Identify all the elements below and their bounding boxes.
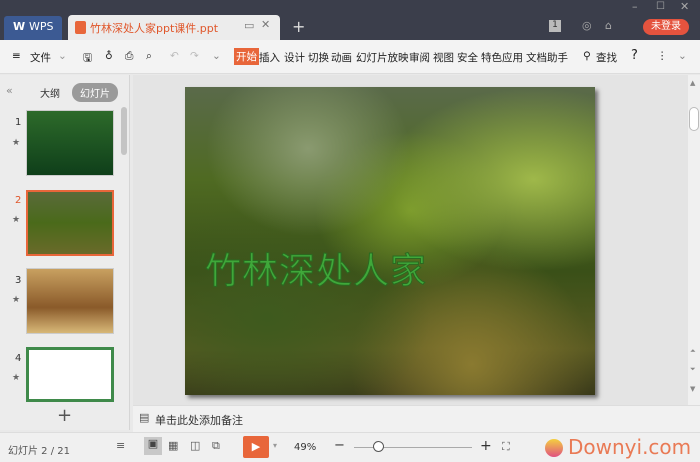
file-menu[interactable]: 文件	[30, 50, 51, 65]
scroll-up-icon[interactable]: ▲	[690, 79, 695, 87]
close-window-icon[interactable]: ✕	[680, 0, 689, 13]
tab-security[interactable]: 安全	[457, 50, 478, 65]
search-icon[interactable]: ⚲	[583, 50, 591, 62]
slide-counter: 幻灯片 2 / 21	[8, 446, 70, 457]
skin-icon[interactable]: ◎	[582, 19, 592, 32]
slide-thumbnail-1[interactable]	[26, 110, 114, 176]
presenter-view-icon[interactable]: ⧉	[212, 439, 220, 453]
more-options-icon[interactable]: ⋮	[657, 50, 668, 62]
slide-number: 3	[15, 275, 22, 286]
scroll-down-icon[interactable]: ▼	[690, 385, 695, 393]
tab-special-apps[interactable]: 特色应用	[481, 50, 523, 65]
slide-title[interactable]: 竹林深处人家	[204, 242, 427, 294]
slide-thumbnail-3[interactable]	[26, 268, 114, 334]
next-slide-icon[interactable]: ⏷	[690, 365, 696, 374]
star-icon: ★	[12, 215, 21, 225]
tab-view[interactable]: 视图	[433, 50, 454, 65]
tab-design[interactable]: 设计	[284, 50, 305, 65]
zoom-slider-handle[interactable]	[373, 441, 384, 452]
collapse-ribbon-icon[interactable]: ⌄	[678, 50, 687, 62]
slide-thumbnail-2[interactable]	[26, 190, 114, 256]
print-icon[interactable]: ⎙	[125, 50, 133, 63]
scroll-thumb[interactable]	[689, 107, 699, 131]
preview-icon[interactable]: ⌕	[146, 50, 152, 63]
title-bar: W WPS 竹林深处人家ppt课件.ppt ▭ ✕ + 1 ◎ ⌂ 未登录 – …	[0, 0, 700, 40]
zoom-level[interactable]: 49%	[294, 442, 316, 453]
tab-transition[interactable]: 切换	[308, 50, 329, 65]
tab-review[interactable]: 审阅	[409, 50, 430, 65]
ppt-file-icon	[75, 21, 86, 34]
tab-doc-assistant[interactable]: 文档助手	[526, 50, 568, 65]
close-tab-icon[interactable]: ✕	[261, 18, 270, 31]
notes-placeholder[interactable]: 单击此处添加备注	[155, 414, 243, 427]
slide-number: 4	[15, 353, 22, 364]
tab-wps[interactable]: W WPS	[4, 16, 62, 40]
tab-outline[interactable]: 大纲	[40, 85, 60, 100]
help-icon[interactable]: ?	[631, 48, 638, 63]
undo-icon[interactable]: ↶	[170, 50, 179, 62]
collapse-panel-icon[interactable]: «	[6, 84, 13, 97]
more-icon[interactable]: ⌄	[212, 50, 221, 62]
slide-number: 2	[15, 195, 22, 206]
notes-toggle-icon[interactable]: ≡	[116, 439, 125, 452]
notes-area[interactable]: ▤ 单击此处添加备注	[133, 405, 700, 432]
play-slideshow-button[interactable]: ▶	[243, 436, 269, 458]
tab-slideshow[interactable]: 幻灯片放映	[356, 50, 409, 65]
normal-view-icon[interactable]: ▣	[144, 437, 162, 455]
star-icon: ★	[12, 295, 21, 305]
tab-slides[interactable]: 幻灯片	[72, 83, 118, 102]
vertical-scrollbar[interactable]: ▲ ⏶ ⏷ ▼	[688, 75, 700, 405]
slide-panel: « 大纲 幻灯片 1 ★ 2 ★ 3 ★ 4 ★ +	[0, 75, 130, 430]
redo-icon[interactable]: ↷	[190, 50, 199, 62]
add-slide-icon[interactable]: +	[57, 405, 72, 426]
assistant-avatar[interactable]	[545, 439, 563, 457]
slide[interactable]: 竹林深处人家	[185, 87, 595, 395]
slide-thumbnail-4[interactable]	[26, 347, 114, 402]
ribbon-toolbar: ≡ 文件 ⌄ 🖫 ♁ ⎙ ⌕ ↶ ↷ ⌄ 开始 插入 设计 切换 动画 幻灯片放…	[0, 40, 700, 74]
prev-slide-icon[interactable]: ⏶	[690, 347, 696, 356]
star-icon: ★	[12, 138, 21, 148]
sorter-view-icon[interactable]: ▦	[168, 439, 178, 452]
tab-home[interactable]: 开始	[234, 48, 259, 65]
menu-icon[interactable]: ≡	[12, 50, 21, 62]
tab-insert[interactable]: 插入	[259, 50, 280, 65]
tab-animation[interactable]: 动画	[331, 50, 352, 65]
search-button[interactable]: 查找	[596, 50, 617, 65]
screen-icon[interactable]: ▭	[244, 19, 254, 32]
zoom-in-icon[interactable]: +	[480, 438, 492, 454]
new-tab-icon[interactable]: +	[292, 17, 305, 36]
star-icon: ★	[12, 373, 21, 383]
play-options-icon[interactable]: ▾	[273, 441, 277, 450]
minimize-icon[interactable]: –	[632, 0, 638, 13]
chevron-down-icon[interactable]: ⌄	[58, 50, 67, 62]
zoom-slider[interactable]	[354, 447, 472, 448]
wps-logo-icon: W	[13, 20, 29, 33]
save-icon[interactable]: 🖫	[83, 50, 92, 68]
zoom-out-icon[interactable]: −	[334, 438, 345, 453]
maximize-icon[interactable]: ☐	[656, 1, 665, 12]
shirt-icon[interactable]: ⌂	[605, 19, 612, 32]
notes-icon: ▤	[139, 411, 150, 424]
reading-view-icon[interactable]: ◫	[190, 439, 200, 452]
tab-document[interactable]: 竹林深处人家ppt课件.ppt ▭ ✕	[68, 15, 280, 40]
format-painter-icon[interactable]: ♁	[105, 50, 113, 62]
watermark: Downyi.com	[568, 435, 692, 459]
fit-window-icon[interactable]: ⛶	[502, 440, 510, 454]
status-bar: 幻灯片 2 / 21 ≡ ▣ ▦ ◫ ⧉ ▶ ▾ 49% − + ⛶ Downy…	[0, 432, 700, 462]
slide-number: 1	[15, 117, 22, 128]
login-button[interactable]: 未登录	[643, 19, 689, 35]
panel-scrollbar[interactable]	[121, 107, 127, 155]
badge[interactable]: 1	[549, 20, 561, 32]
